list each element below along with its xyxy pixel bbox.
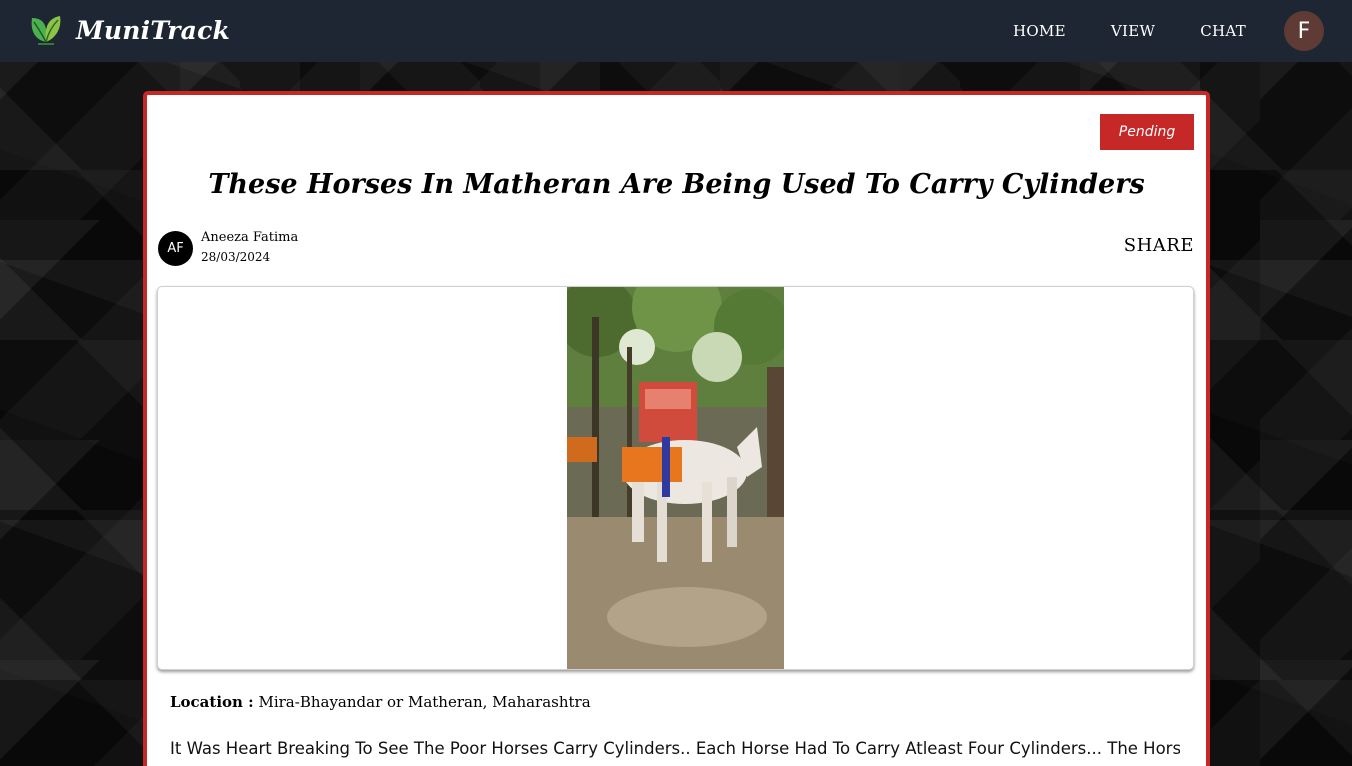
brand-name: MuniTrack <box>76 15 231 45</box>
author-meta: Aneeza Fatima 28/03/2024 <box>201 229 298 267</box>
location-line: Location : Mira-Bhayandar or Matheran, M… <box>170 693 591 711</box>
leaf-logo-icon <box>31 16 61 45</box>
post-description: It Was Heart Breaking To See The Poor Ho… <box>170 739 1180 758</box>
nav-links: HOME VIEW CHAT F <box>1013 0 1324 62</box>
profile-avatar[interactable]: F <box>1284 11 1324 51</box>
location-label: Location : <box>170 693 254 711</box>
share-button[interactable]: SHARE <box>1124 235 1194 256</box>
nav-home-link[interactable]: HOME <box>1013 22 1066 40</box>
brand[interactable]: MuniTrack <box>28 12 230 48</box>
author-name: Aneeza Fatima <box>201 230 299 245</box>
author-avatar: AF <box>158 230 193 266</box>
post-date: 28/03/2024 <box>201 250 271 264</box>
nav-chat-link[interactable]: CHAT <box>1200 22 1246 40</box>
post-title: These Horses In Matheran Are Being Used … <box>208 169 1145 200</box>
author-info: AF Aneeza Fatima 28/03/2024 <box>158 229 298 267</box>
post-card: Pending These Horses In Matheran Are Bei… <box>143 91 1210 766</box>
post-photo <box>567 287 784 669</box>
post-image-frame <box>157 286 1194 670</box>
location-value: Mira-Bhayandar or Matheran, Maharashtra <box>258 693 591 711</box>
top-navbar: MuniTrack HOME VIEW CHAT F <box>0 0 1352 62</box>
status-badge: Pending <box>1100 114 1194 150</box>
nav-view-link[interactable]: VIEW <box>1111 22 1155 40</box>
